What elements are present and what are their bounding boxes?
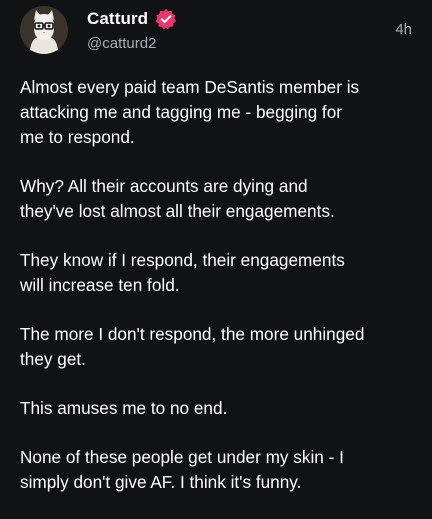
author-name-row: Catturd [87,7,177,31]
avatar[interactable] [20,6,68,54]
post-paragraph: Almost every paid team DeSantis member i… [20,77,360,147]
post-paragraph: Why? All their accounts are dying and th… [20,176,335,221]
post-body: Almost every paid team DeSantis member i… [20,75,420,519]
post-paragraph: This amuses me to no end. [20,398,228,418]
post-paragraph: They know if I respond, their engagement… [20,250,345,295]
post-timestamp[interactable]: 4h [395,21,412,38]
post: Catturd @catturd2 4h Almost every paid t… [0,0,432,500]
cat-avatar-icon [20,6,68,54]
post-paragraph: The more I don't respond, the more unhin… [20,324,365,369]
display-name[interactable]: Catturd [87,9,148,29]
post-paragraph: None of these people get under my skin -… [20,447,344,492]
verified-badge-icon [155,8,177,30]
author-handle[interactable]: @catturd2 [87,35,156,52]
